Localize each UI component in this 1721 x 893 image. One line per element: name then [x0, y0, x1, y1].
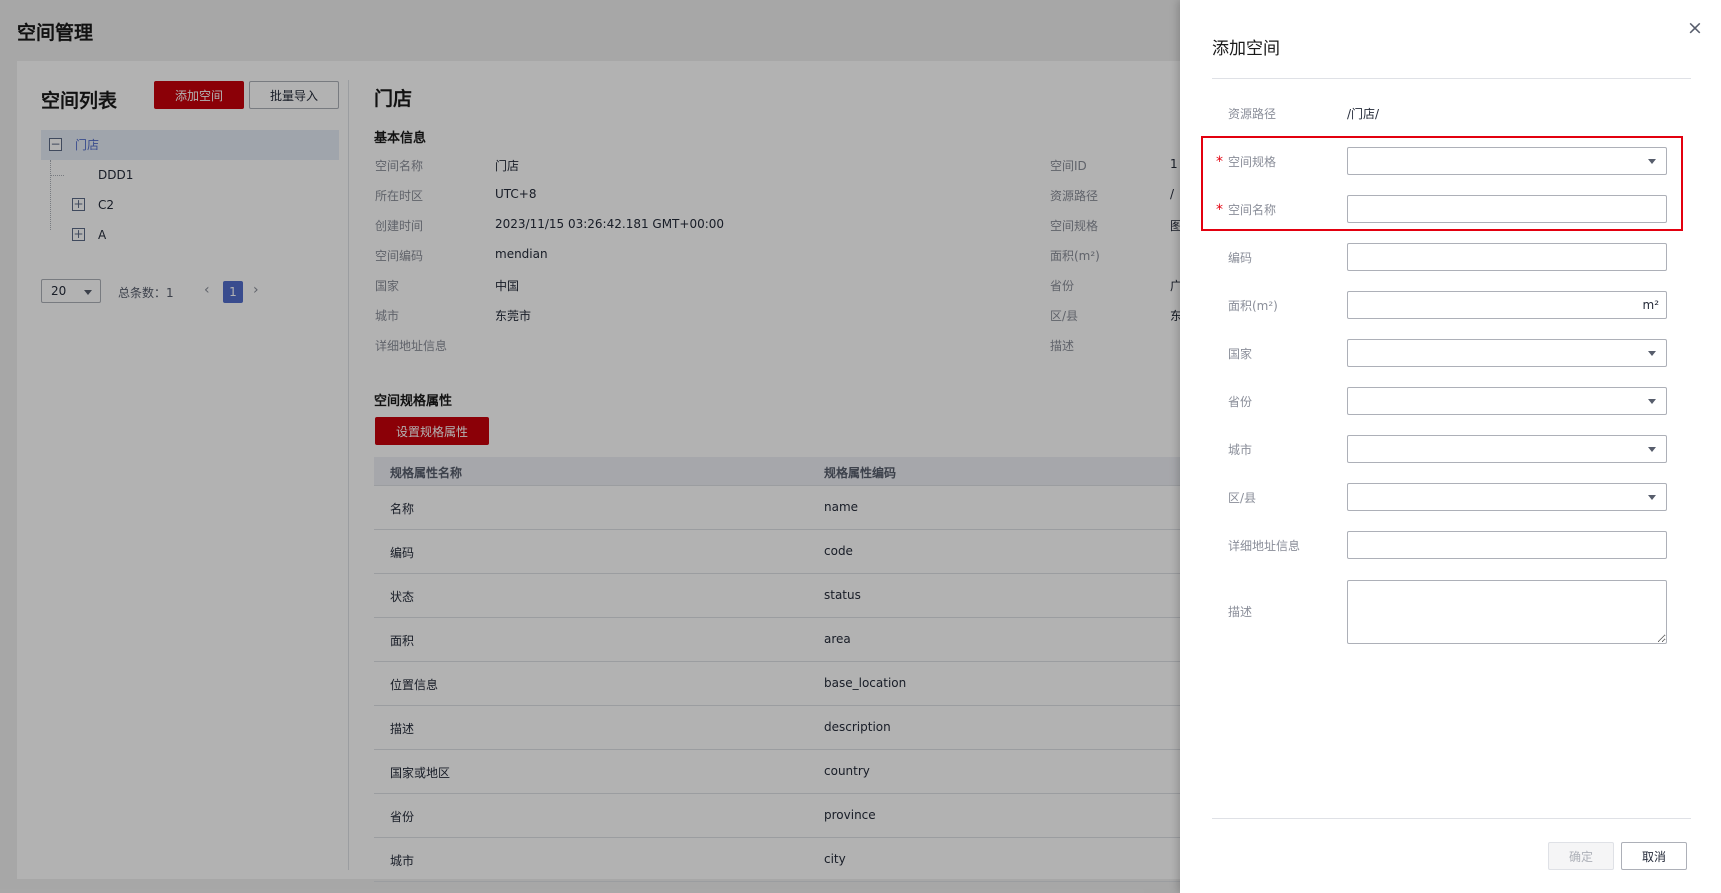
- province-select[interactable]: [1347, 387, 1667, 415]
- chevron-down-icon: [1648, 399, 1656, 404]
- district-label: 区/县: [1228, 491, 1257, 505]
- description-textarea[interactable]: [1347, 580, 1667, 644]
- cancel-button[interactable]: 取消: [1621, 842, 1687, 870]
- code-label: 编码: [1228, 251, 1253, 265]
- city-select[interactable]: [1347, 435, 1667, 463]
- province-label: 省份: [1228, 395, 1253, 409]
- resource-path-label: 资源路径: [1228, 107, 1277, 121]
- required-mark: *: [1216, 202, 1223, 218]
- space-spec-label: 空间规格: [1228, 155, 1277, 169]
- chevron-down-icon: [1648, 447, 1656, 452]
- add-space-drawer: 添加空间 × 资源路径 /门店/ * 空间规格 * 空间名称 编码 面积(m²)…: [1180, 0, 1721, 893]
- space-name-input[interactable]: [1347, 195, 1667, 223]
- close-icon[interactable]: ×: [1687, 17, 1703, 39]
- address-label: 详细地址信息: [1228, 539, 1301, 553]
- chevron-down-icon: [1648, 495, 1656, 500]
- area-input[interactable]: m²: [1347, 291, 1667, 319]
- area-unit: m²: [1642, 298, 1660, 312]
- chevron-down-icon: [1648, 351, 1656, 356]
- city-label: 城市: [1228, 443, 1253, 457]
- required-mark: *: [1216, 154, 1223, 170]
- divider: [1212, 818, 1691, 819]
- description-label: 描述: [1228, 605, 1253, 619]
- modal-overlay[interactable]: [0, 0, 1180, 893]
- address-input[interactable]: [1347, 531, 1667, 559]
- confirm-button[interactable]: 确定: [1548, 842, 1614, 870]
- space-name-label: 空间名称: [1228, 203, 1277, 217]
- resource-path-value: /门店/: [1347, 107, 1380, 121]
- country-select[interactable]: [1347, 339, 1667, 367]
- drawer-title: 添加空间: [1212, 39, 1280, 59]
- district-select[interactable]: [1347, 483, 1667, 511]
- space-spec-select[interactable]: [1347, 147, 1667, 175]
- country-label: 国家: [1228, 347, 1253, 361]
- divider: [1212, 78, 1691, 79]
- area-label: 面积(m²): [1228, 299, 1278, 313]
- chevron-down-icon: [1648, 159, 1656, 164]
- code-input[interactable]: [1347, 243, 1667, 271]
